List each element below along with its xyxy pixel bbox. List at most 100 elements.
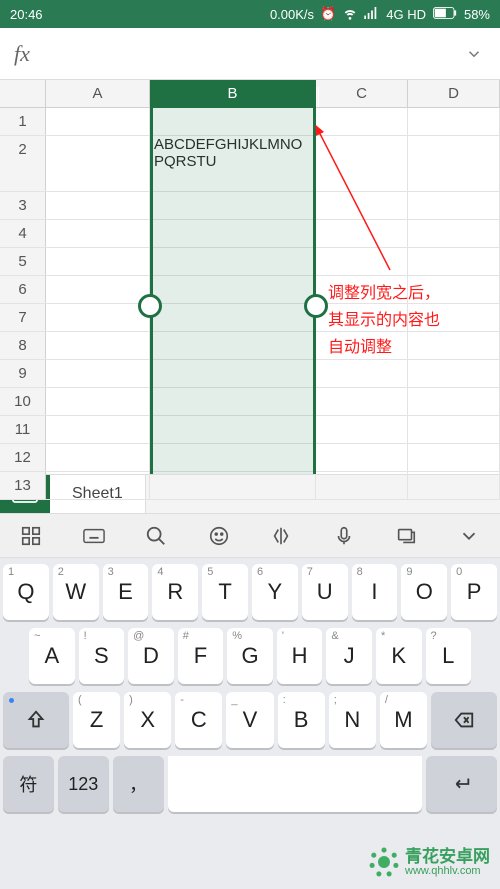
row-header-10[interactable]: 10 (0, 388, 46, 415)
key-C[interactable]: -C (175, 692, 222, 748)
key-B[interactable]: :B (278, 692, 325, 748)
cell-A4[interactable] (46, 220, 150, 247)
cursor-icon[interactable] (263, 518, 299, 554)
cell-C9[interactable] (316, 360, 408, 387)
row-header-2[interactable]: 2 (0, 136, 46, 191)
cell-A6[interactable] (46, 276, 150, 303)
row-header-12[interactable]: 12 (0, 444, 46, 471)
key-G[interactable]: %G (227, 628, 273, 684)
key-R[interactable]: 4R (152, 564, 198, 620)
cell-D4[interactable] (408, 220, 500, 247)
key-D[interactable]: @D (128, 628, 174, 684)
key-H[interactable]: 'H (277, 628, 323, 684)
formula-expand-button[interactable] (462, 42, 486, 66)
row-header-11[interactable]: 11 (0, 416, 46, 443)
cell-D5[interactable] (408, 248, 500, 275)
key-N[interactable]: ;N (329, 692, 376, 748)
cell-A3[interactable] (46, 192, 150, 219)
key-T[interactable]: 5T (202, 564, 248, 620)
cell-D3[interactable] (408, 192, 500, 219)
cell-C10[interactable] (316, 388, 408, 415)
key-，[interactable]: ， (113, 756, 164, 812)
cell-A13[interactable] (46, 472, 150, 499)
formula-input[interactable] (40, 39, 452, 69)
cell-B1[interactable] (150, 108, 316, 135)
cell-B12[interactable] (150, 444, 316, 471)
row-header-3[interactable]: 3 (0, 192, 46, 219)
row-header-1[interactable]: 1 (0, 108, 46, 135)
select-all-corner[interactable] (0, 80, 46, 107)
key-X[interactable]: )X (124, 692, 171, 748)
key-J[interactable]: &J (326, 628, 372, 684)
cell-C3[interactable] (316, 192, 408, 219)
row-header-13[interactable]: 13 (0, 472, 46, 499)
cell-A12[interactable] (46, 444, 150, 471)
key-space[interactable] (168, 756, 422, 812)
row-header-6[interactable]: 6 (0, 276, 46, 303)
key-Y[interactable]: 6Y (252, 564, 298, 620)
key-A[interactable]: ~A (29, 628, 75, 684)
cell-B4[interactable] (150, 220, 316, 247)
cell-D13[interactable] (408, 472, 500, 499)
cell-B8[interactable] (150, 332, 316, 359)
key-F[interactable]: #F (178, 628, 224, 684)
cell-C12[interactable] (316, 444, 408, 471)
row-header-5[interactable]: 5 (0, 248, 46, 275)
cell-B10[interactable] (150, 388, 316, 415)
cell-B5[interactable] (150, 248, 316, 275)
key-P[interactable]: 0P (451, 564, 497, 620)
key-K[interactable]: *K (376, 628, 422, 684)
key-shift[interactable] (3, 692, 69, 748)
cell-A5[interactable] (46, 248, 150, 275)
column-header-B[interactable]: B (150, 80, 316, 107)
row-header-8[interactable]: 8 (0, 332, 46, 359)
mic-icon[interactable] (326, 518, 362, 554)
cell-C1[interactable] (316, 108, 408, 135)
key-V[interactable]: _V (226, 692, 273, 748)
key-E[interactable]: 3E (103, 564, 149, 620)
key-Q[interactable]: 1Q (3, 564, 49, 620)
column-header-D[interactable]: D (408, 80, 500, 107)
key-enter[interactable] (426, 756, 497, 812)
chevron-down-icon[interactable] (451, 518, 487, 554)
row-header-4[interactable]: 4 (0, 220, 46, 247)
cell-A8[interactable] (46, 332, 150, 359)
cell-A1[interactable] (46, 108, 150, 135)
key-S[interactable]: !S (79, 628, 125, 684)
cell-C13[interactable] (316, 472, 408, 499)
cell-D9[interactable] (408, 360, 500, 387)
key-U[interactable]: 7U (302, 564, 348, 620)
cell-C5[interactable] (316, 248, 408, 275)
spreadsheet-grid[interactable]: ABCD 12ABCDEFGHIJKLMNOPQRSTU345678910111… (0, 80, 500, 474)
clipboard-icon[interactable] (388, 518, 424, 554)
cell-B13[interactable] (150, 472, 316, 499)
cell-C4[interactable] (316, 220, 408, 247)
key-O[interactable]: 9O (401, 564, 447, 620)
cell-B2[interactable]: ABCDEFGHIJKLMNOPQRSTU (150, 136, 316, 191)
key-backspace[interactable] (431, 692, 497, 748)
cell-D10[interactable] (408, 388, 500, 415)
cell-A2[interactable] (46, 136, 150, 191)
cell-A9[interactable] (46, 360, 150, 387)
cell-B7[interactable] (150, 304, 316, 331)
cell-D1[interactable] (408, 108, 500, 135)
key-Z[interactable]: (Z (73, 692, 120, 748)
cell-B9[interactable] (150, 360, 316, 387)
keyboard-icon[interactable] (76, 518, 112, 554)
cell-B6[interactable] (150, 276, 316, 303)
cell-A10[interactable] (46, 388, 150, 415)
cell-A7[interactable] (46, 304, 150, 331)
key-123[interactable]: 123 (58, 756, 109, 812)
grid-icon[interactable] (13, 518, 49, 554)
smile-icon[interactable] (201, 518, 237, 554)
cell-B11[interactable] (150, 416, 316, 443)
column-header-C[interactable]: C (316, 80, 408, 107)
cell-B3[interactable] (150, 192, 316, 219)
key-L[interactable]: ?L (426, 628, 472, 684)
key-W[interactable]: 2W (53, 564, 99, 620)
search-icon[interactable] (138, 518, 174, 554)
key-I[interactable]: 8I (352, 564, 398, 620)
cell-C11[interactable] (316, 416, 408, 443)
cell-D12[interactable] (408, 444, 500, 471)
key-M[interactable]: /M (380, 692, 427, 748)
